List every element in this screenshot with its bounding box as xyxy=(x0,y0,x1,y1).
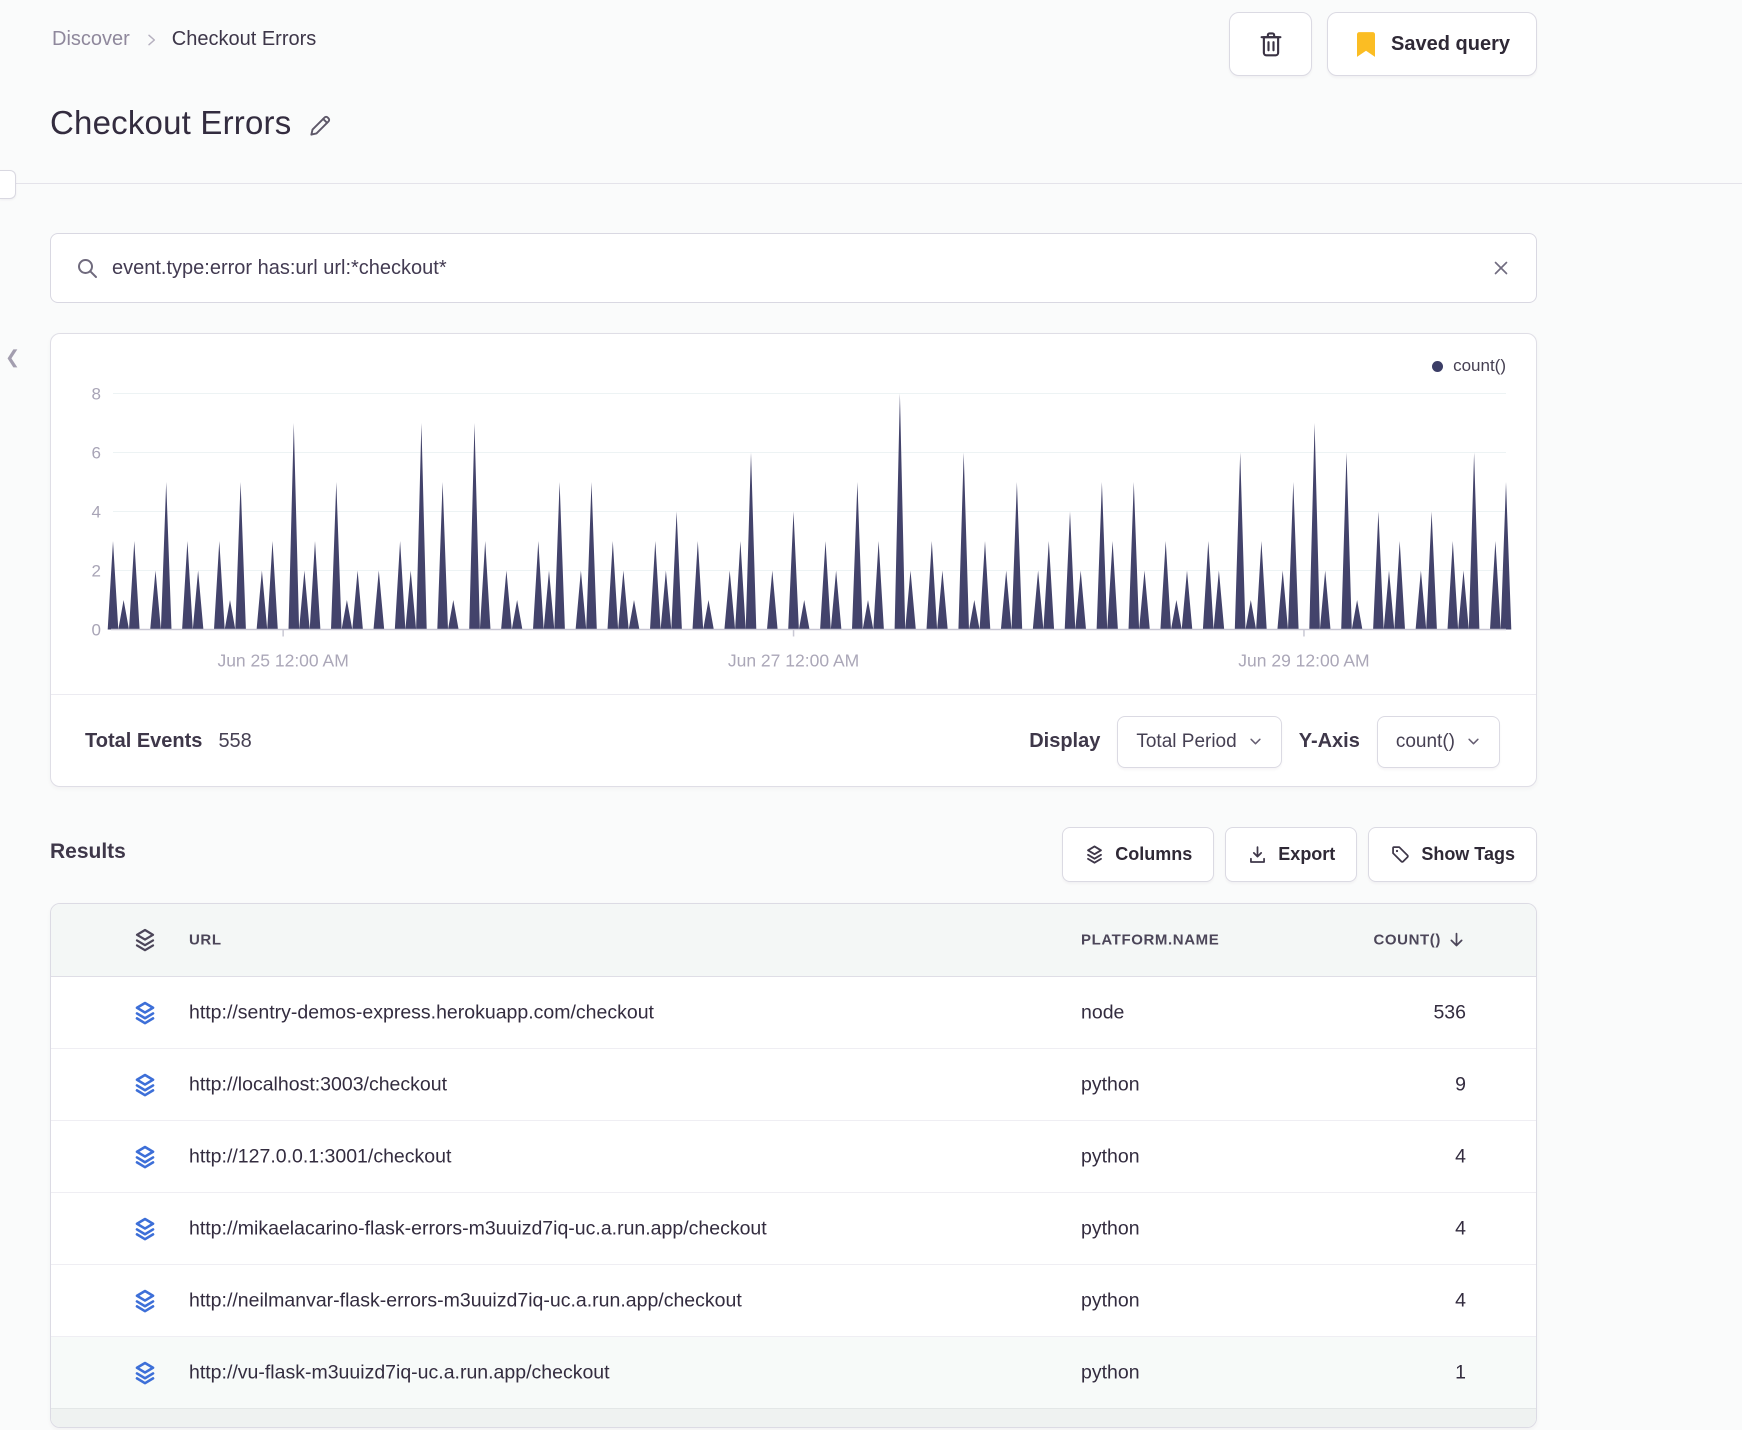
url-cell[interactable]: http://sentry-demos-express.herokuapp.co… xyxy=(189,1001,654,1024)
export-button[interactable]: Export xyxy=(1225,827,1358,882)
total-events-value: 558 xyxy=(218,730,252,752)
breadcrumb-discover[interactable]: Discover xyxy=(52,28,130,51)
search-bar[interactable]: event.type:error has:url url:*checkout* xyxy=(50,233,1537,303)
sidebar-collapse-tab[interactable] xyxy=(0,170,16,199)
sort-descending-icon xyxy=(1447,931,1466,950)
column-header-platform[interactable]: PLATFORM.NAME xyxy=(1081,932,1219,949)
chart-legend[interactable]: count() xyxy=(1432,356,1506,376)
url-cell[interactable]: http://127.0.0.1:3001/checkout xyxy=(189,1145,451,1168)
count-cell[interactable]: 4 xyxy=(1455,1289,1466,1312)
svg-text:Jun 25 12:00 AM: Jun 25 12:00 AM xyxy=(217,651,348,671)
export-button-label: Export xyxy=(1278,844,1336,864)
column-header-count-label: COUNT() xyxy=(1373,931,1441,949)
svg-text:6: 6 xyxy=(92,444,101,463)
svg-text:2: 2 xyxy=(92,562,101,581)
platform-cell[interactable]: python xyxy=(1081,1361,1140,1384)
y-axis-select[interactable]: count() xyxy=(1376,715,1500,768)
saved-query-button[interactable]: Saved query xyxy=(1327,12,1537,76)
table-row[interactable]: http://mikaelacarino-flask-errors-m3uuiz… xyxy=(51,1193,1536,1265)
table-row[interactable]: http://localhost:3003/checkout python 9 xyxy=(51,1049,1536,1121)
svg-text:0: 0 xyxy=(92,621,101,640)
count-cell[interactable]: 4 xyxy=(1455,1217,1466,1240)
panel-collapse-icon[interactable]: ❮ xyxy=(5,348,20,366)
tag-icon xyxy=(1390,844,1411,865)
stacked-events-icon[interactable] xyxy=(132,1288,158,1314)
column-header-url[interactable]: URL xyxy=(189,932,222,949)
breadcrumb-current: Checkout Errors xyxy=(171,28,317,50)
table-body: http://sentry-demos-express.herokuapp.co… xyxy=(51,977,1536,1409)
url-cell[interactable]: http://mikaelacarino-flask-errors-m3uuiz… xyxy=(189,1217,767,1240)
search-query-input[interactable]: event.type:error has:url url:*checkout* xyxy=(112,257,1490,280)
discover-page: ❮ Discover Checkout Errors Saved query C… xyxy=(0,0,1742,1430)
count-cell[interactable]: 1 xyxy=(1455,1361,1466,1384)
svg-text:4: 4 xyxy=(92,503,101,522)
table-row[interactable]: http://sentry-demos-express.herokuapp.co… xyxy=(51,977,1536,1049)
edit-title-pencil-icon[interactable] xyxy=(307,112,334,139)
y-axis-label: Y-Axis xyxy=(1298,730,1360,752)
stacked-events-icon[interactable] xyxy=(132,1360,158,1386)
count-cell[interactable]: 536 xyxy=(1433,1001,1466,1024)
clear-search-icon[interactable] xyxy=(1490,257,1512,279)
search-icon xyxy=(75,256,99,280)
table-row[interactable]: http://neilmanvar-flask-errors-m3uuizd7i… xyxy=(51,1265,1536,1337)
download-icon xyxy=(1247,844,1268,865)
events-chart-card: 0 2 4 6 8 Jun 25 12:00 AM Jun 27 12:00 AM Jun 2… xyxy=(50,333,1537,787)
y-axis-select-value: count() xyxy=(1395,730,1455,752)
layers-icon xyxy=(1084,844,1105,865)
saved-query-label: Saved query xyxy=(1391,32,1510,55)
breadcrumb: Discover Checkout Errors xyxy=(52,28,316,51)
page-title-text: Checkout Errors xyxy=(50,104,292,141)
display-select[interactable]: Total Period xyxy=(1117,715,1282,768)
legend-dot-icon xyxy=(1432,360,1444,372)
stacked-events-icon[interactable] xyxy=(132,1216,158,1242)
stack-column-icon[interactable] xyxy=(132,927,158,953)
stacked-events-icon[interactable] xyxy=(132,1144,158,1170)
platform-cell[interactable]: python xyxy=(1081,1289,1140,1312)
svg-text:Jun 29 12:00 AM: Jun 29 12:00 AM xyxy=(1238,651,1369,671)
table-row[interactable]: http://vu-flask-m3uuizd7iq-uc.a.run.app/… xyxy=(51,1337,1536,1409)
delete-saved-query-button[interactable] xyxy=(1229,12,1313,76)
page-title: Checkout Errors xyxy=(50,104,334,142)
count-cell[interactable]: 9 xyxy=(1455,1073,1466,1096)
table-bottom-strip xyxy=(51,1409,1536,1427)
show-tags-button[interactable]: Show Tags xyxy=(1368,827,1537,882)
platform-cell[interactable]: python xyxy=(1081,1217,1140,1240)
url-cell[interactable]: http://localhost:3003/checkout xyxy=(189,1073,447,1096)
table-header-row: URL PLATFORM.NAME COUNT() xyxy=(51,904,1536,977)
results-heading: Results xyxy=(50,840,126,863)
platform-cell[interactable]: python xyxy=(1081,1073,1140,1096)
url-cell[interactable]: http://vu-flask-m3uuizd7iq-uc.a.run.app/… xyxy=(189,1361,610,1384)
count-cell[interactable]: 4 xyxy=(1455,1145,1466,1168)
bookmark-icon xyxy=(1354,31,1378,58)
stacked-events-icon[interactable] xyxy=(132,1072,158,1098)
chevron-down-icon xyxy=(1248,734,1263,749)
column-header-count[interactable]: COUNT() xyxy=(1373,931,1466,950)
table-row[interactable]: http://127.0.0.1:3001/checkout python 4 xyxy=(51,1121,1536,1193)
svg-text:8: 8 xyxy=(92,385,101,404)
display-label: Display xyxy=(1029,730,1101,752)
display-select-value: Total Period xyxy=(1136,730,1237,752)
show-tags-button-label: Show Tags xyxy=(1421,844,1515,864)
url-cell[interactable]: http://neilmanvar-flask-errors-m3uuizd7i… xyxy=(189,1289,742,1312)
columns-button-label: Columns xyxy=(1115,844,1193,864)
legend-label: count() xyxy=(1453,356,1506,375)
stacked-events-icon[interactable] xyxy=(132,1000,158,1026)
chart-controls: Display Total Period Y-Axis count() xyxy=(1029,715,1500,768)
events-area-chart[interactable]: 0 2 4 6 8 Jun 25 12:00 AM Jun 27 12:00 AM Jun 2… xyxy=(51,334,1536,679)
chevron-right-icon xyxy=(143,32,159,48)
trash-icon xyxy=(1256,29,1286,59)
header-divider xyxy=(0,183,1742,184)
chevron-down-icon xyxy=(1466,734,1481,749)
results-table: URL PLATFORM.NAME COUNT() http://sentry-… xyxy=(50,903,1537,1428)
svg-text:Jun 27 12:00 AM: Jun 27 12:00 AM xyxy=(728,651,859,671)
results-actions: Columns Export Show Tags xyxy=(1062,827,1537,882)
columns-button[interactable]: Columns xyxy=(1062,827,1215,882)
platform-cell[interactable]: node xyxy=(1081,1001,1124,1024)
chart-footer: Total Events 558 Display Total Period Y-… xyxy=(51,695,1536,788)
total-events-label: Total Events xyxy=(85,730,203,752)
platform-cell[interactable]: python xyxy=(1081,1145,1140,1168)
header-actions: Saved query xyxy=(1229,12,1537,76)
